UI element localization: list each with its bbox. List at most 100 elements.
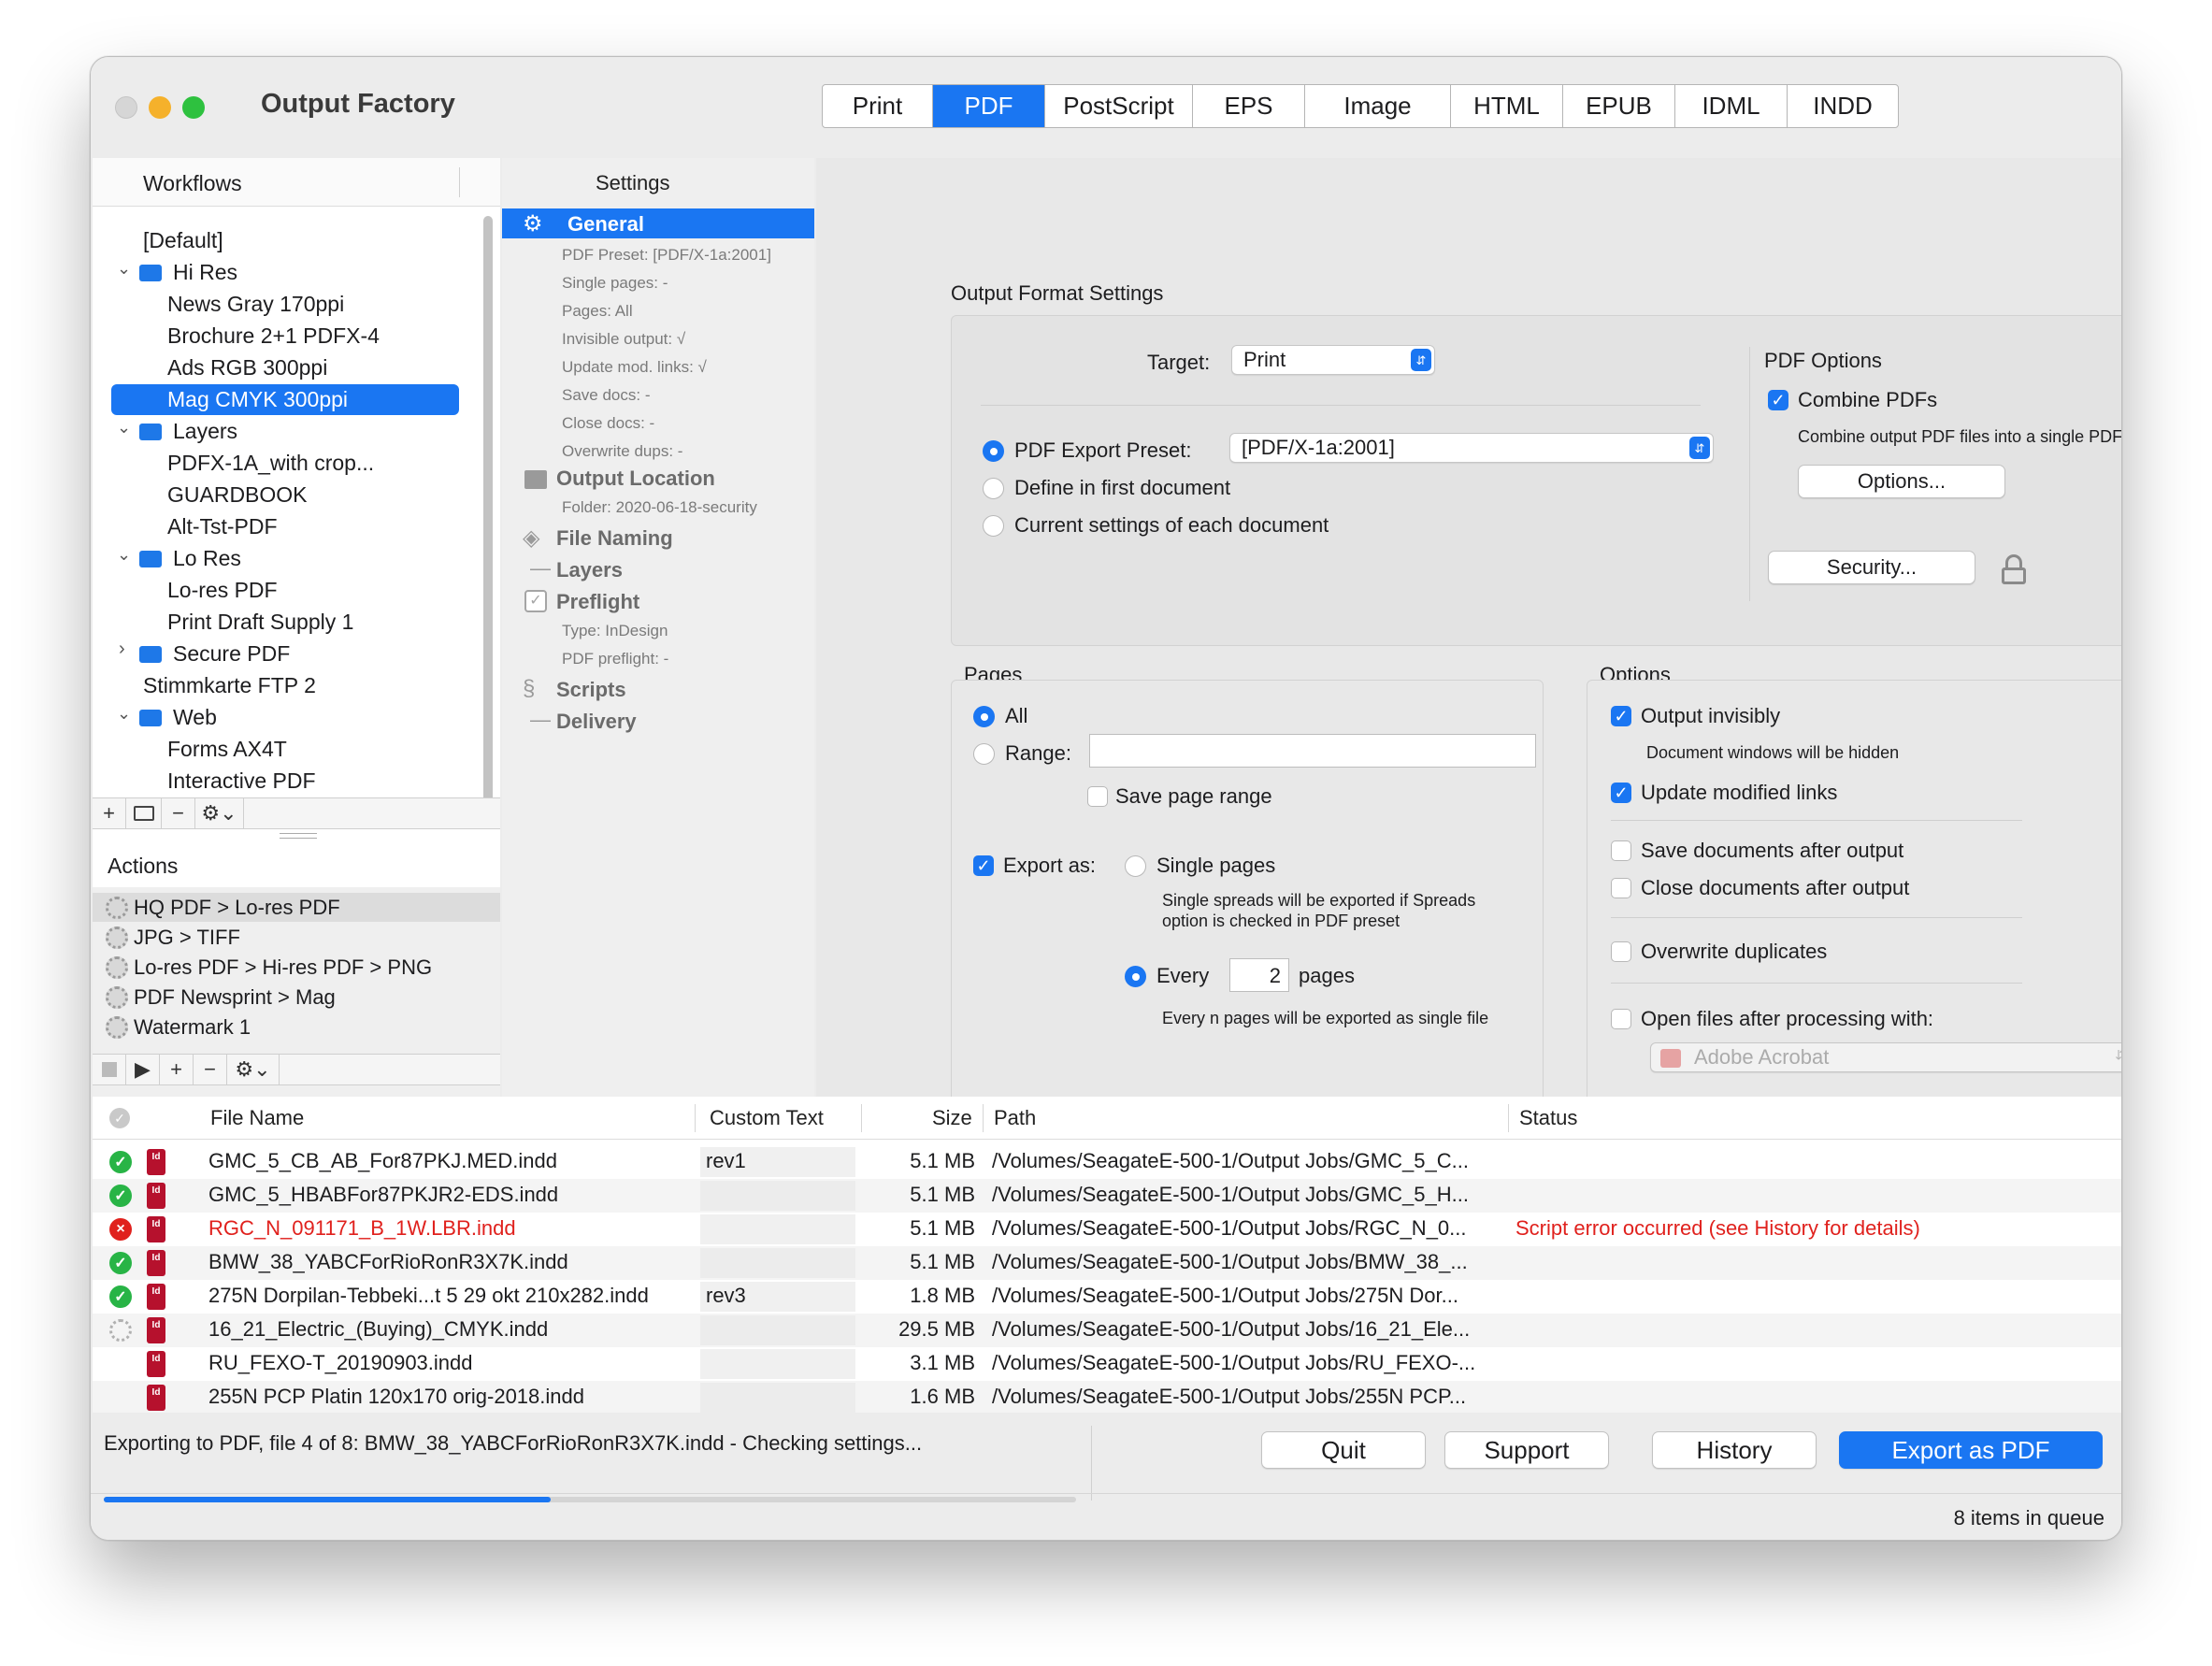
chevron-down-icon[interactable]: ⌄ (117, 545, 131, 565)
action-item[interactable]: PDF Newsprint > Mag (106, 983, 336, 1012)
workflow-item[interactable]: Stimmkarte FTP 2 (143, 670, 316, 701)
quit-button[interactable]: Quit (1261, 1431, 1426, 1469)
every-n-pages-radio[interactable] (1125, 966, 1146, 987)
zoom-window-button[interactable] (182, 96, 205, 119)
workflow-item[interactable]: Print Draft Supply 1 (167, 607, 353, 638)
workflow-gear-menu-button[interactable]: ⚙⌄ (195, 798, 244, 828)
column-custom-text[interactable]: Custom Text (710, 1106, 824, 1130)
preset-radio[interactable] (983, 440, 1004, 462)
table-row[interactable]: ✓ Id BMW_38_YABCForRioRonR3X7K.indd 5.1 … (93, 1246, 2121, 1280)
column-path[interactable]: Path (994, 1106, 1036, 1130)
security-button[interactable]: Security... (1768, 551, 1975, 584)
open-with-app-select[interactable]: Adobe Acrobat ⇵ (1650, 1042, 2121, 1072)
split-handle[interactable] (280, 833, 317, 839)
settings-output-location-item[interactable]: Output Location (556, 467, 715, 491)
workflow-item[interactable]: Brochure 2+1 PDFX-4 (167, 321, 380, 352)
chevron-down-icon[interactable]: ⌄ (117, 704, 131, 724)
close-docs-checkbox[interactable] (1611, 878, 1631, 898)
custom-text-cell[interactable]: rev3 (706, 1284, 846, 1308)
play-button[interactable]: ▶ (126, 1055, 160, 1084)
workflow-item[interactable]: Ads RGB 300ppi (167, 352, 327, 383)
workflow-item[interactable]: News Gray 170ppi (167, 289, 344, 320)
tab-print[interactable]: Print (823, 85, 933, 127)
support-button[interactable]: Support (1444, 1431, 1609, 1469)
tab-html[interactable]: HTML (1451, 85, 1563, 127)
action-item[interactable]: Watermark 1 (106, 1013, 251, 1041)
remove-action-button[interactable]: − (194, 1055, 227, 1084)
remove-workflow-button[interactable]: − (162, 798, 195, 828)
custom-text-cell[interactable]: rev1 (706, 1149, 846, 1173)
save-docs-checkbox[interactable] (1611, 840, 1631, 861)
table-row[interactable]: Id RU_FEXO-T_20190903.indd 3.1 MB /Volum… (93, 1347, 2121, 1381)
table-row[interactable]: ✓ Id GMC_5_CB_AB_For87PKJ.MED.indd rev1 … (93, 1145, 2121, 1179)
column-file-name[interactable]: File Name (210, 1106, 304, 1130)
workflow-item[interactable]: Alt-Tst-PDF (167, 511, 278, 542)
workflow-item[interactable]: Forms AX4T (167, 734, 287, 765)
tab-pdf[interactable]: PDF (933, 85, 1045, 127)
tab-idml[interactable]: IDML (1675, 85, 1788, 127)
minimize-window-button[interactable] (149, 96, 171, 119)
table-row[interactable]: ✓ Id 275N Dorpilan-Tebbeki...t 5 29 okt … (93, 1280, 2121, 1314)
column-size[interactable]: Size (932, 1106, 972, 1130)
current-settings-radio[interactable] (983, 515, 1004, 537)
pages-range-radio[interactable] (973, 743, 995, 765)
add-workflow-button[interactable]: + (93, 798, 126, 828)
tab-eps[interactable]: EPS (1193, 85, 1305, 127)
workflow-item-selected[interactable]: Mag CMYK 300ppi (111, 384, 459, 415)
chevron-down-icon[interactable]: ⌄ (117, 259, 131, 279)
output-invisibly-checkbox[interactable]: ✓ (1611, 706, 1631, 726)
define-first-radio[interactable] (983, 478, 1004, 499)
chevron-down-icon[interactable]: ⌄ (117, 418, 131, 438)
add-action-button[interactable]: + (160, 1055, 194, 1084)
every-n-input[interactable]: 2 (1229, 958, 1289, 992)
action-item[interactable]: Lo-res PDF > Hi-res PDF > PNG (106, 953, 432, 982)
action-item[interactable]: JPG > TIFF (106, 923, 240, 952)
pdf-options-button[interactable]: Options... (1798, 465, 2005, 498)
new-folder-button[interactable] (126, 798, 162, 828)
export-as-checkbox[interactable]: ✓ (973, 855, 994, 876)
workflow-item[interactable]: PDFX-1A_with crop... (167, 448, 374, 479)
open-files-checkbox[interactable] (1611, 1009, 1631, 1029)
chevron-right-icon[interactable]: › (119, 639, 125, 660)
action-item[interactable]: HQ PDF > Lo-res PDF (93, 893, 500, 922)
tab-image[interactable]: Image (1305, 85, 1451, 127)
workflow-item[interactable]: Lo-res PDF (167, 575, 278, 606)
target-select[interactable]: Print ⇵ (1231, 345, 1435, 375)
settings-scripts-item[interactable]: Scripts (556, 678, 626, 702)
workflow-item[interactable]: Interactive PDF (167, 766, 316, 797)
combine-pdfs-checkbox[interactable]: ✓ (1768, 390, 1788, 410)
settings-file-naming-item[interactable]: File Naming (556, 526, 673, 551)
workflow-folder-hi-res[interactable]: Hi Res (139, 257, 237, 288)
column-status[interactable]: Status (1519, 1106, 1577, 1130)
status-column-icon[interactable]: ✓ (109, 1108, 130, 1128)
settings-delivery-item[interactable]: Delivery (556, 710, 637, 734)
overwrite-checkbox[interactable] (1611, 941, 1631, 962)
table-row[interactable]: ✓ Id GMC_5_HBABFor87PKJR2-EDS.indd 5.1 M… (93, 1179, 2121, 1213)
settings-general-item[interactable]: ⚙ General (502, 208, 814, 238)
tab-epub[interactable]: EPUB (1563, 85, 1675, 127)
close-window-button[interactable] (115, 96, 137, 119)
table-row[interactable]: Id 16_21_Electric_(Buying)_CMYK.indd 29.… (93, 1314, 2121, 1347)
workflow-folder-layers[interactable]: Layers (139, 416, 237, 447)
stop-button[interactable] (93, 1055, 126, 1084)
tab-indd[interactable]: INDD (1788, 85, 1898, 127)
lock-icon[interactable] (2002, 554, 2026, 584)
settings-layers-item[interactable]: Layers (556, 558, 623, 582)
workflow-folder-lo-res[interactable]: Lo Res (139, 543, 241, 574)
table-row[interactable]: Id 255N PCP Platin 120x170 orig-2018.ind… (93, 1381, 2121, 1415)
single-pages-radio[interactable] (1125, 855, 1146, 877)
workflow-item[interactable]: GUARDBOOK (167, 480, 308, 510)
pdf-preset-select[interactable]: [PDF/X-1a:2001] ⇵ (1229, 433, 1714, 463)
settings-preflight-item[interactable]: Preflight (556, 590, 639, 614)
pages-all-radio[interactable] (973, 706, 995, 727)
workflow-folder-web[interactable]: Web (139, 702, 217, 733)
table-row[interactable]: × Id RGC_N_091171_B_1W.LBR.indd 5.1 MB /… (93, 1213, 2121, 1246)
page-range-input[interactable] (1089, 734, 1536, 768)
workflow-item[interactable]: [Default] (143, 225, 223, 256)
update-links-checkbox[interactable]: ✓ (1611, 783, 1631, 803)
tab-postscript[interactable]: PostScript (1045, 85, 1193, 127)
export-as-pdf-button[interactable]: Export as PDF (1839, 1431, 2103, 1469)
history-button[interactable]: History (1652, 1431, 1817, 1469)
workflow-folder-secure-pdf[interactable]: Secure PDF (139, 639, 290, 669)
workflows-scrollbar[interactable] (483, 216, 493, 805)
